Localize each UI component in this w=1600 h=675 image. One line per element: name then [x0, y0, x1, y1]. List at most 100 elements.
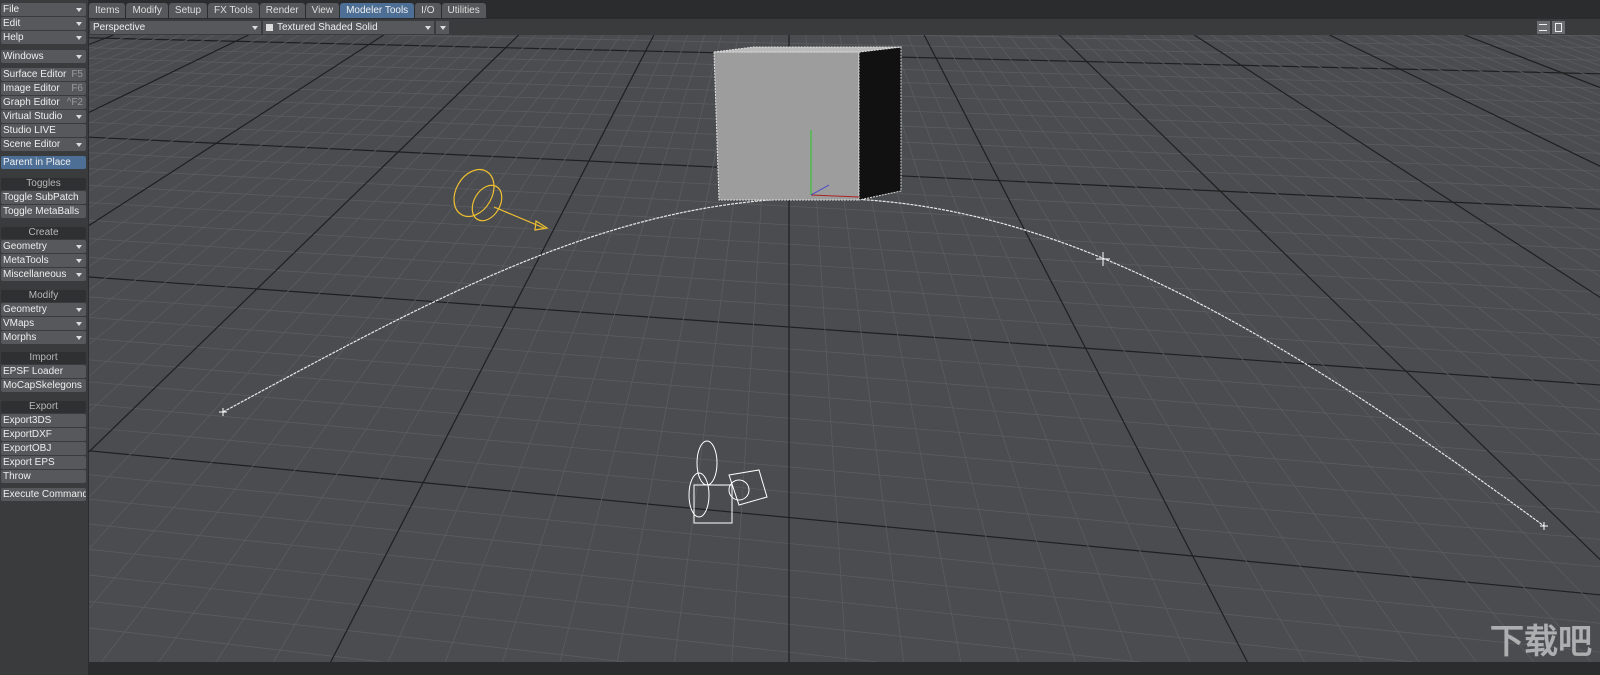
surface-editor-button[interactable]: Surface Editor F5 — [1, 68, 86, 81]
grid-line — [89, 257, 1600, 362]
export-obj-button[interactable]: ExportOBJ — [1, 442, 86, 455]
grid-line — [1177, 35, 1600, 321]
shading-mode-select[interactable]: Textured Shaded Solid — [263, 21, 434, 34]
grid-line — [89, 359, 1600, 487]
grid-line — [1092, 35, 1600, 473]
shortcut: F6 — [71, 83, 83, 94]
grid-line — [502, 35, 705, 662]
toolbar-sidebar: File Edit Help Windows Surface Editor F5 … — [0, 0, 88, 675]
grid-line — [89, 35, 317, 162]
toggle-subpatch-button[interactable]: Toggle SubPatch — [1, 191, 86, 204]
grid-line — [89, 202, 1600, 293]
import-header: Import — [1, 352, 86, 364]
tab-view[interactable]: View — [305, 3, 340, 18]
scene-editor-menu[interactable]: Scene Editor — [1, 138, 86, 151]
graph-editor-button[interactable]: Graph Editor ^F2 — [1, 96, 86, 109]
grid-line — [89, 35, 249, 113]
grid-line — [1143, 35, 1600, 373]
menu-file[interactable]: File — [1, 3, 86, 16]
grid-line — [1160, 35, 1600, 346]
vmaps-menu[interactable]: VMaps — [1, 317, 86, 330]
grid-line — [89, 35, 536, 498]
grid-line — [387, 35, 672, 662]
scene-canvas[interactable] — [89, 35, 1600, 662]
list-icon — [1539, 24, 1547, 31]
viewport-header: Perspective Textured Shaded Solid — [89, 19, 1600, 35]
grid-line — [957, 35, 1363, 662]
grid-line — [89, 35, 553, 550]
morphs-menu[interactable]: Morphs — [1, 331, 86, 344]
label: Geometry — [3, 241, 47, 252]
label: Edit — [3, 18, 21, 29]
studio-live-button[interactable]: Studio LIVE — [1, 124, 86, 137]
chevron-down-icon — [76, 308, 82, 312]
throw-button[interactable]: Throw — [1, 470, 86, 483]
label: MetaTools — [3, 255, 49, 266]
grid-line — [1261, 35, 1600, 223]
chevron-down-icon — [76, 115, 82, 119]
tab-utilities[interactable]: Utilities — [441, 3, 486, 18]
grid-line — [940, 35, 1306, 662]
chevron-down-icon — [76, 8, 82, 12]
miscellaneous-menu[interactable]: Miscellaneous — [1, 268, 86, 281]
tab-modify[interactable]: Modify — [126, 3, 168, 18]
tab-render[interactable]: Render — [259, 3, 305, 18]
label: Miscellaneous — [3, 269, 67, 280]
execute-command-button[interactable]: Execute Command — [1, 488, 86, 501]
export-header: Export — [1, 401, 86, 413]
list-button[interactable] — [1537, 21, 1550, 34]
parent-in-place-button[interactable]: Parent in Place — [1, 156, 86, 169]
chevron-down-icon — [76, 259, 82, 263]
view-type-select[interactable]: Perspective — [90, 21, 261, 34]
label: Surface Editor — [3, 69, 67, 80]
shortcut: F5 — [71, 69, 83, 80]
grid-line — [1481, 35, 1600, 81]
grid-line — [89, 35, 401, 246]
toggle-metaballs-button[interactable]: Toggle MetaBalls — [1, 205, 86, 218]
epsf-loader-button[interactable]: EPSF Loader — [1, 365, 86, 378]
grid-line — [1244, 35, 1600, 240]
grid-line — [89, 548, 1141, 662]
mocap-skelegons-button[interactable]: MoCapSkelegons — [1, 379, 86, 392]
create-geometry-menu[interactable]: Geometry — [1, 240, 86, 253]
tab-io[interactable]: I/O — [415, 3, 441, 18]
grid-line — [974, 35, 1420, 662]
grid-line — [89, 381, 1600, 513]
export-dxf-button[interactable]: ExportDXF — [1, 428, 86, 441]
chevron-down-icon — [76, 336, 82, 340]
chevron-down-icon — [76, 36, 82, 40]
grid-line — [1109, 35, 1600, 436]
image-editor-button[interactable]: Image Editor F6 — [1, 82, 86, 95]
label: Textured Shaded Solid — [277, 22, 378, 33]
export-3ds-button[interactable]: Export3DS — [1, 414, 86, 427]
grid-line — [1227, 35, 1600, 258]
tab-fx-tools[interactable]: FX Tools — [208, 3, 259, 18]
viewport-options-dropdown[interactable] — [436, 21, 449, 34]
camera-object[interactable] — [688, 440, 768, 524]
chevron-down-icon — [425, 26, 431, 30]
tab-setup[interactable]: Setup — [168, 3, 208, 18]
virtual-studio-menu[interactable]: Virtual Studio — [1, 110, 86, 123]
save-button[interactable] — [1552, 21, 1565, 34]
grid-line — [1565, 35, 1600, 47]
grid-line — [89, 35, 452, 317]
export-eps-button[interactable]: Export EPS — [1, 456, 86, 469]
grid-line — [906, 35, 1191, 662]
cube-object[interactable] — [713, 46, 902, 201]
metatools-menu[interactable]: MetaTools — [1, 254, 86, 267]
chevron-down-icon — [440, 26, 446, 30]
label: Geometry — [3, 304, 47, 315]
tab-modeler-tools[interactable]: Modeler Tools — [340, 3, 415, 18]
menu-help[interactable]: Help — [1, 31, 86, 44]
grid-line — [1379, 35, 1600, 133]
modify-geometry-menu[interactable]: Geometry — [1, 303, 86, 316]
grid-line — [89, 523, 1414, 662]
menu-windows[interactable]: Windows — [1, 50, 86, 63]
watermark-logo: 下载吧 — [1490, 623, 1592, 661]
tab-items[interactable]: Items — [89, 3, 126, 18]
menu-edit[interactable]: Edit — [1, 17, 86, 30]
motion-path-curve — [222, 197, 1545, 527]
modify-header: Modify — [1, 290, 86, 302]
crosshair-icon — [1096, 252, 1110, 266]
perspective-viewport[interactable] — [89, 35, 1600, 662]
